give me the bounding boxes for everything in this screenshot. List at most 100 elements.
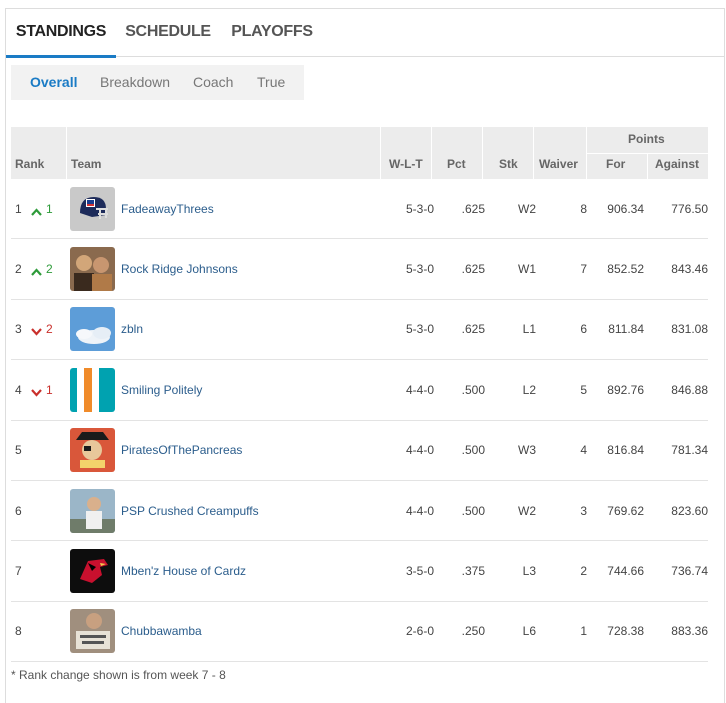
chevron-up-icon <box>31 205 42 216</box>
wlt-cell: 5-3-0 <box>405 262 434 277</box>
header-pct[interactable]: Pct <box>447 157 466 171</box>
waiver-cell: 5 <box>580 382 587 397</box>
pct-cell: .500 <box>461 382 485 397</box>
pct-cell: .375 <box>461 564 485 579</box>
points-for-cell: 811.84 <box>608 322 644 337</box>
waiver-cell: 1 <box>580 624 587 639</box>
subtab-breakdown[interactable]: Breakdown <box>100 65 170 100</box>
header-wlt[interactable]: W-L-T <box>389 157 423 171</box>
points-for-cell: 744.66 <box>607 564 644 579</box>
team-name-link[interactable]: PiratesOfThePancreas <box>121 443 242 457</box>
rank-change: 2 <box>31 262 53 276</box>
chevron-down-icon <box>31 325 42 337</box>
rank-change-value: 1 <box>46 201 53 216</box>
tab-standings[interactable]: STANDINGS <box>6 9 116 58</box>
table-body: 1 1 FadeawayThrees 5-3-0 .625 W2 8 906.3… <box>11 179 708 663</box>
table-header: Rank Team W-L-T Pct Stk Waiver Points Fo… <box>11 127 708 179</box>
team-avatar-photo-man-sign[interactable] <box>70 609 115 654</box>
rank-change-value: 1 <box>46 382 53 397</box>
rank-cell: 7 <box>15 564 22 579</box>
team-avatar-pirate-logo[interactable] <box>70 428 115 473</box>
rank-cell: 8 <box>15 624 22 639</box>
points-against-cell: 846.88 <box>671 382 708 397</box>
pct-cell: .625 <box>461 262 485 277</box>
rank-cell: 1 <box>15 201 22 216</box>
points-against-cell: 883.36 <box>671 624 708 639</box>
wlt-cell: 4-4-0 <box>405 443 434 458</box>
rank-cell: 2 <box>15 262 22 277</box>
header-points: Points <box>628 132 665 146</box>
team-avatar-photo-sky[interactable] <box>70 307 115 352</box>
table-row[interactable]: 5 PiratesOfThePancreas 4-4-0 .500 W3 4 8… <box>11 421 708 481</box>
rank-cell: 6 <box>15 503 22 518</box>
points-against-cell: 831.08 <box>671 322 708 337</box>
table-row[interactable]: 3 2 zbln 5-3-0 .625 L1 6 811.84 831.08 <box>11 300 708 361</box>
team-avatar-photo-person[interactable] <box>70 488 115 533</box>
team-avatar-dolphins-stripes[interactable] <box>70 367 115 412</box>
table-row[interactable]: 2 2 Rock Ridge Johnsons 5-3-0 .625 W1 7 … <box>11 239 708 300</box>
wlt-cell: 4-4-0 <box>405 382 434 397</box>
table-row[interactable]: 8 Chubbawamba 2-6-0 .250 L6 1 728.38 883… <box>11 602 708 663</box>
team-name-link[interactable]: FadeawayThrees <box>121 202 214 216</box>
points-against-cell: 781.34 <box>671 443 708 458</box>
chevron-up-icon <box>31 265 42 276</box>
waiver-cell: 3 <box>580 503 587 518</box>
team-name-link[interactable]: Smiling Politely <box>121 383 202 397</box>
header-for[interactable]: For <box>606 157 625 171</box>
team-avatar-cardinals-logo[interactable] <box>70 549 115 594</box>
rank-change-value: 2 <box>46 262 53 277</box>
table-row[interactable]: 7 Mben'z House of Cardz 3-5-0 .375 L3 2 … <box>11 541 708 602</box>
wlt-cell: 5-3-0 <box>405 201 434 216</box>
streak-cell: L1 <box>522 322 536 337</box>
streak-cell: W2 <box>518 503 536 518</box>
rank-cell: 4 <box>15 382 22 397</box>
rank-change: 2 <box>31 322 53 336</box>
header-against[interactable]: Against <box>655 157 699 171</box>
waiver-cell: 2 <box>580 564 587 579</box>
pct-cell: .500 <box>461 443 485 458</box>
header-rank[interactable]: Rank <box>15 157 44 171</box>
waiver-cell: 6 <box>580 322 587 337</box>
points-against-cell: 843.46 <box>671 262 708 277</box>
team-avatar-photo-people[interactable] <box>70 247 115 292</box>
tab-schedule[interactable]: SCHEDULE <box>116 9 220 57</box>
team-name-link[interactable]: PSP Crushed Creampuffs <box>121 504 259 518</box>
waiver-cell: 8 <box>580 201 587 216</box>
pct-cell: .625 <box>461 322 485 337</box>
points-for-cell: 816.84 <box>607 443 644 458</box>
rank-cell: 5 <box>15 443 22 458</box>
pct-cell: .625 <box>461 201 485 216</box>
wlt-cell: 3-5-0 <box>405 564 434 579</box>
team-name-link[interactable]: Rock Ridge Johnsons <box>121 262 238 276</box>
subtab-overall[interactable]: Overall <box>30 65 77 100</box>
rank-change-footnote: * Rank change shown is from week 7 - 8 <box>11 668 226 682</box>
rank-change-value: 2 <box>46 322 53 337</box>
points-against-cell: 823.60 <box>671 503 708 518</box>
table-row[interactable]: 1 1 FadeawayThrees 5-3-0 .625 W2 8 906.3… <box>11 179 708 240</box>
streak-cell: L2 <box>522 382 536 397</box>
table-row[interactable]: 4 1 Smiling Politely 4-4-0 .500 L2 5 892… <box>11 360 708 421</box>
header-waiver[interactable]: Waiver <box>539 157 578 171</box>
team-name-link[interactable]: Chubbawamba <box>121 624 202 638</box>
header-stk[interactable]: Stk <box>499 157 518 171</box>
team-avatar-nfl-helmet-icon[interactable] <box>70 186 115 231</box>
waiver-cell: 4 <box>580 443 587 458</box>
rank-change: 1 <box>31 202 53 216</box>
header-team[interactable]: Team <box>71 157 101 171</box>
points-for-cell: 892.76 <box>607 382 644 397</box>
wlt-cell: 2-6-0 <box>405 624 434 639</box>
subtab-true[interactable]: True <box>257 65 285 100</box>
standings-subtabs: Overall Breakdown Coach True <box>11 65 304 100</box>
streak-cell: L3 <box>522 564 536 579</box>
subtab-coach[interactable]: Coach <box>193 65 233 100</box>
tab-playoffs[interactable]: PLAYOFFS <box>220 9 324 57</box>
team-name-link[interactable]: Mben'z House of Cardz <box>121 564 246 578</box>
table-row[interactable]: 6 PSP Crushed Creampuffs 4-4-0 .500 W2 3… <box>11 481 708 542</box>
streak-cell: W3 <box>518 443 536 458</box>
streak-cell: W2 <box>518 201 536 216</box>
points-for-cell: 906.34 <box>607 201 644 216</box>
streak-cell: L6 <box>522 624 536 639</box>
team-name-link[interactable]: zbln <box>121 322 143 336</box>
points-for-cell: 852.52 <box>607 262 644 277</box>
chevron-down-icon <box>31 386 42 397</box>
